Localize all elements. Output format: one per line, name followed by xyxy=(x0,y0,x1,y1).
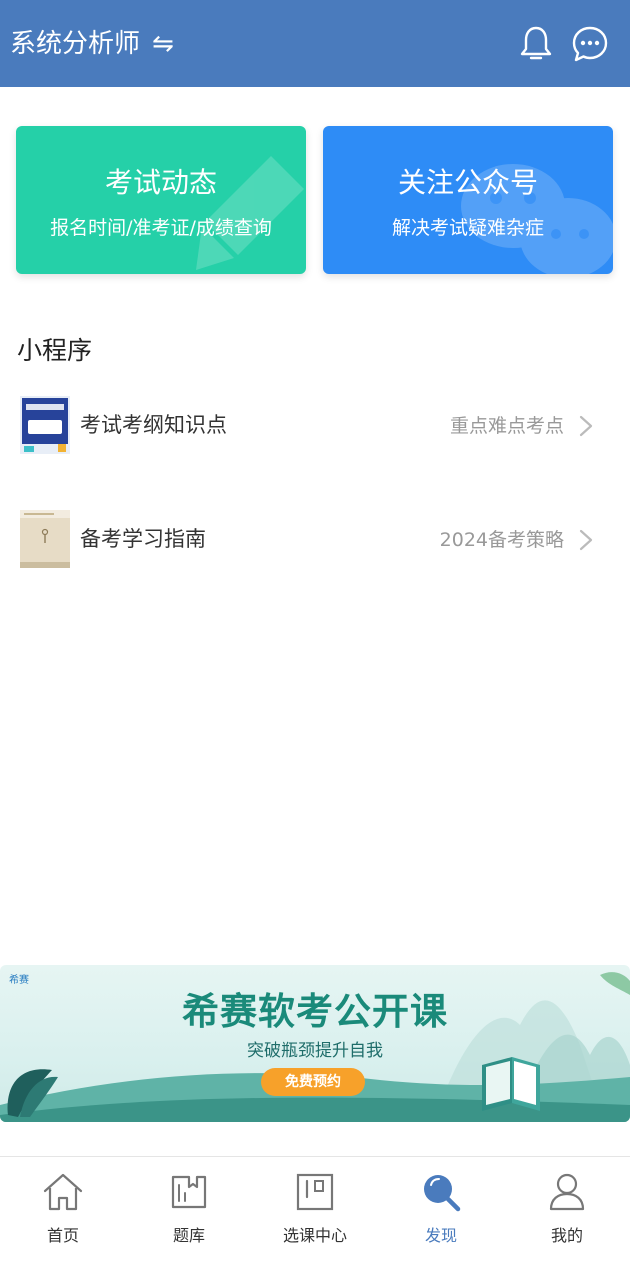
bell-icon[interactable] xyxy=(518,24,554,64)
tab-discover-label: 发现 xyxy=(424,1226,457,1245)
chevron-right-icon xyxy=(579,415,593,437)
follow-account-title: 关注公众号 xyxy=(397,166,538,199)
syllabus-name: 考试考纲知识点 xyxy=(80,413,227,437)
follow-account-subtitle: 解决考试疑难杂症 xyxy=(391,217,544,239)
syllabus-hint: 重点难点考点 xyxy=(449,415,564,437)
home-icon xyxy=(43,1173,83,1211)
book-icon xyxy=(171,1175,207,1209)
banner-title: 希赛软考公开课 xyxy=(182,990,448,1033)
bottom-tab-bar: 首页 题库 选课中心 发现 我的 xyxy=(0,1156,630,1280)
user-icon xyxy=(549,1173,585,1211)
course-icon xyxy=(296,1173,334,1211)
page-title: 系统分析师 xyxy=(10,29,141,59)
study-guide-thumbnail xyxy=(20,510,70,568)
follow-account-card[interactable]: 关注公众号 解决考试疑难杂症 xyxy=(323,126,613,274)
mini-program-item-study-guide[interactable]: 备考学习指南 2024备考策略 xyxy=(0,500,630,580)
tab-profile[interactable]: 我的 xyxy=(504,1157,630,1280)
tab-course-center[interactable]: 选课中心 xyxy=(252,1157,378,1280)
tab-home-label: 首页 xyxy=(46,1226,79,1245)
top-bar: 系统分析师 ⇋ xyxy=(0,0,630,87)
free-reserve-button[interactable]: 免费预约 xyxy=(261,1068,365,1096)
chat-bubble-icon[interactable] xyxy=(571,24,609,64)
tab-discover[interactable]: 发现 xyxy=(378,1157,504,1280)
brand-logo: 希赛 xyxy=(9,975,29,986)
banner-subtitle: 突破瓶颈提升自我 xyxy=(247,1041,383,1061)
tab-profile-label: 我的 xyxy=(550,1226,583,1245)
exam-news-card[interactable]: 考试动态 报名时间/准考证/成绩查询 xyxy=(16,126,306,274)
exam-news-subtitle: 报名时间/准考证/成绩查询 xyxy=(50,217,272,239)
tab-question-bank[interactable]: 题库 xyxy=(126,1157,252,1280)
study-guide-name: 备考学习指南 xyxy=(80,527,206,551)
exam-switcher[interactable]: 系统分析师 ⇋ xyxy=(10,27,174,61)
exam-news-title: 考试动态 xyxy=(104,166,217,199)
tab-course-center-label: 选课中心 xyxy=(282,1226,347,1245)
tab-question-bank-label: 题库 xyxy=(172,1226,205,1245)
tab-home[interactable]: 首页 xyxy=(0,1157,126,1280)
app-page: 系统分析师 ⇋ 考试动态 报名时间/准考证/成绩查询 关注公众号 解决考试疑难杂… xyxy=(0,0,630,1280)
search-icon xyxy=(424,1175,461,1212)
open-course-banner[interactable]: 希赛 希赛软考公开课 突破瓶颈提升自我 免费预约 xyxy=(0,965,630,1122)
mini-program-heading: 小程序 xyxy=(17,336,93,365)
mini-program-item-syllabus[interactable]: 考试考纲知识点 重点难点考点 xyxy=(0,386,630,466)
switch-icon: ⇋ xyxy=(152,29,174,59)
syllabus-thumbnail xyxy=(20,396,70,454)
chevron-right-icon xyxy=(579,529,593,551)
study-guide-hint: 2024备考策略 xyxy=(439,529,564,551)
